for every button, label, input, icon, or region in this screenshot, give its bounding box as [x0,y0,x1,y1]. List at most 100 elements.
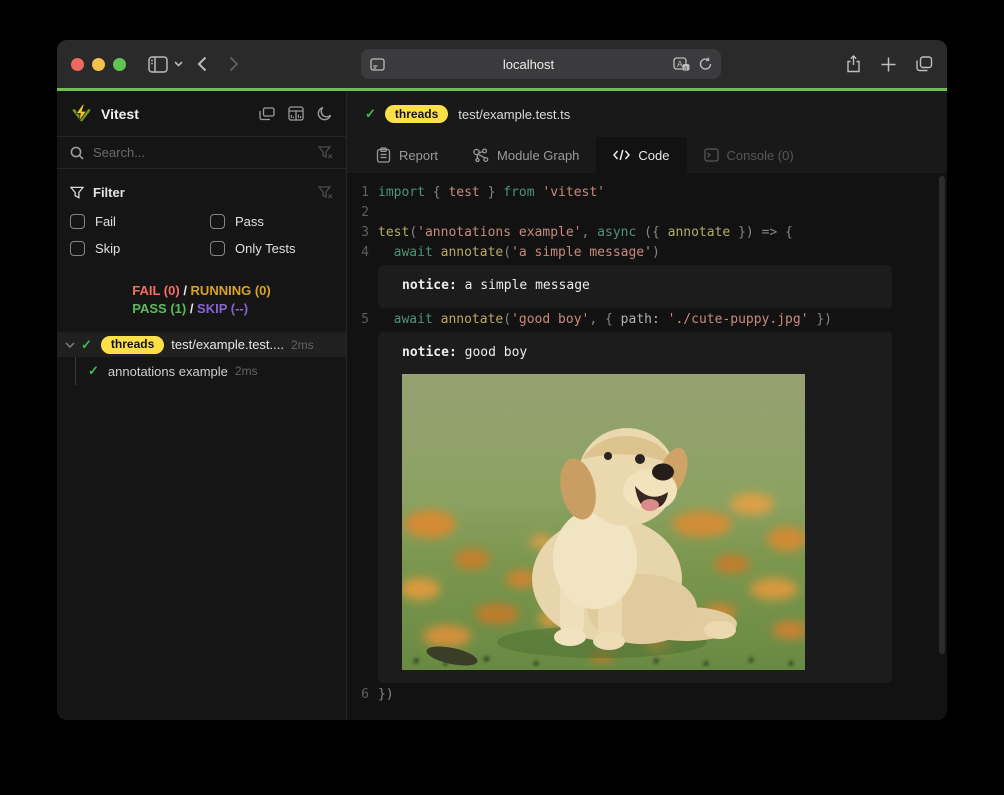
checkbox-label: Skip [95,241,120,256]
pass-check-icon: ✓ [88,363,99,379]
pass-check-icon: ✓ [81,337,92,353]
code-line-6: 6}) [347,685,947,705]
line-number: 6 [347,685,369,705]
test-case-name: annotations example [108,364,228,379]
code-text: import { test } from 'vitest' [378,183,605,203]
pool-badge: threads [101,336,164,354]
chevron-down-icon[interactable] [65,342,75,348]
tab-code[interactable]: Code [596,137,686,173]
sidebar-header: Vitest [57,91,346,137]
line-number: 4 [347,243,369,263]
line-number: 1 [347,183,369,203]
code-viewer: 1 import { test } from 'vitest' 23 test('an… [347,173,947,720]
translate-icon[interactable]: A a [673,57,690,71]
notice-message: good boy [457,345,527,360]
dashboard-icon[interactable] [288,106,304,121]
checkbox-label: Pass [235,214,264,229]
browser-window: localhost A a [57,40,947,720]
console-icon [704,148,719,162]
code-text: await annotate('a simple message') [378,243,660,263]
close-button[interactable] [71,58,84,71]
search-input[interactable] [93,145,318,160]
moon-icon[interactable] [317,106,332,121]
checkbox-icon [70,214,85,229]
sidebar-toggle-icon[interactable] [148,56,168,73]
filter-section: Filter Fail Pass Skip Only Tests [57,169,346,266]
line-number: 5 [347,310,369,330]
page-settings-icon[interactable] [370,58,385,71]
code-text: await annotate('good boy', { path: './cu… [378,310,832,330]
forward-icon[interactable] [229,56,239,72]
test-case-row[interactable]: ✓ annotations example 2ms [75,357,346,385]
notice-label: notice: [402,278,457,293]
code-line-3: 3 test('annotations example', async ({ an… [347,223,947,243]
code-line-2: 2 [347,203,947,223]
code-text: test('annotations example', async ({ ann… [378,223,793,243]
annotation-notice: notice: good boy [378,332,892,683]
tab-report[interactable]: Report [359,137,455,173]
filter-checkbox-skip[interactable]: Skip [70,241,210,256]
checkbox-icon [210,214,225,229]
filter-checkbox-only-tests[interactable]: Only Tests [210,241,333,256]
sidebar: Vitest [57,91,347,720]
module-graph-icon [472,148,489,163]
tab-label: Code [638,148,669,163]
search-icon [70,146,84,160]
filter-checkbox-pass[interactable]: Pass [210,214,333,229]
app-title: Vitest [101,106,259,122]
vitest-logo-icon [71,103,92,124]
summary-line: PASS (1) / SKIP (--) [132,300,270,318]
svg-text:A: A [677,59,683,69]
puppy-photo [402,374,805,670]
filter-checkbox-fail[interactable]: Fail [70,214,210,229]
tab-overview-icon[interactable] [916,56,933,72]
back-icon[interactable] [197,56,207,72]
test-file-name: test/example.test.... [171,337,284,352]
browser-toolbar: localhost A a [57,40,947,88]
zoom-button[interactable] [113,58,126,71]
code-text: }) [378,685,394,705]
test-file-row[interactable]: ✓ threads test/example.test.... 2ms [57,332,346,357]
filter-clear-icon[interactable] [318,186,333,199]
screen-backdrop: localhost A a [0,0,1004,795]
code-line-4: 4 await annotate('a simple message') [347,243,947,263]
tab-module-graph[interactable]: Module Graph [455,137,596,173]
checkbox-label: Fail [95,214,116,229]
tab-bar: Report Module Graph Code Console (0) [347,137,947,173]
new-tab-icon[interactable] [881,57,896,72]
line-number: 2 [347,203,369,223]
test-file-duration: 2ms [291,338,314,352]
tab-console-0[interactable]: Console (0) [687,137,811,173]
main-panel: ✓ threads test/example.test.ts Report Mod… [347,91,947,720]
code-line-5: 5 await annotate('good boy', { path: './… [347,310,947,330]
file-path: test/example.test.ts [458,107,570,122]
share-icon[interactable] [846,55,861,73]
code-icon [613,149,630,161]
run-summary: FAIL (0) / RUNNING (0)PASS (1) / SKIP (-… [132,282,270,318]
scrollbar-thumb[interactable] [939,176,945,654]
url-text: localhost [385,57,673,72]
checkbox-label: Only Tests [235,241,295,256]
checkbox-icon [70,241,85,256]
notice-label: notice: [402,345,457,360]
tab-label: Report [399,148,438,163]
annotation-notice: notice: a simple message [378,265,892,308]
line-number: 3 [347,223,369,243]
notice-message: a simple message [457,278,590,293]
file-header: ✓ threads test/example.test.ts [347,91,947,137]
address-bar[interactable]: localhost A a [361,49,721,79]
filter-clear-icon[interactable] [318,146,333,159]
traffic-lights [71,58,126,71]
test-tree: ✓ threads test/example.test.... 2ms ✓ an… [57,332,346,385]
summary-line: FAIL (0) / RUNNING (0) [132,282,270,300]
reload-icon[interactable] [699,57,712,71]
filter-label: Filter [93,185,318,200]
code-line-1: 1 import { test } from 'vitest' [347,183,947,203]
filter-options: Fail Pass Skip Only Tests [70,214,333,256]
chevron-down-icon[interactable] [174,61,183,67]
report-icon [376,147,391,163]
search-row [57,137,346,169]
test-case-duration: 2ms [235,364,258,378]
windows-icon[interactable] [259,107,275,121]
minimize-button[interactable] [92,58,105,71]
